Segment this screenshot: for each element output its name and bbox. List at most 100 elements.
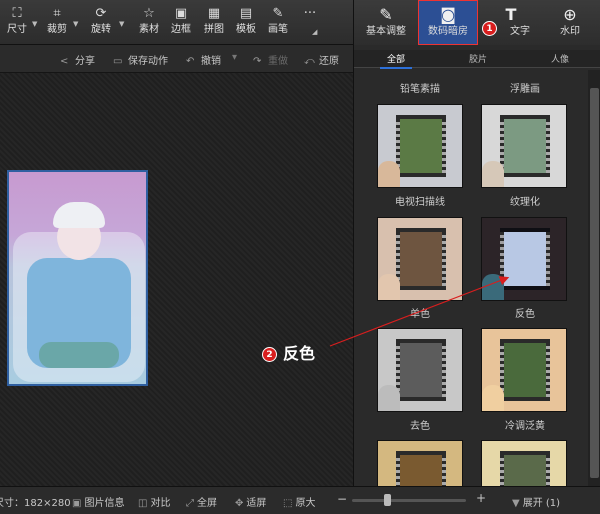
save-action-icon: ▭ <box>113 56 123 67</box>
cool-yellow-hand <box>482 385 504 411</box>
invert-film <box>500 228 550 290</box>
tv-scanline-film <box>396 115 446 177</box>
toolbar-rotate[interactable]: ⟳ 旋转 <box>84 5 118 43</box>
tv-scanline-hand <box>378 161 400 187</box>
invert-hand <box>482 274 504 300</box>
image-size-readout: 尺寸：182×280 <box>0 498 71 509</box>
fullscreen-button[interactable]: ⤢ 全屏 <box>186 494 217 509</box>
texture-film <box>500 115 550 177</box>
tab-digital-darkroom[interactable]: ◙ 数码暗房 <box>418 0 478 45</box>
effects-panel: ✎ 基本调整 ◙ 数码暗房 1 T 文字 ⊕ 水印 全部 胶片 人像 铅笔素描 … <box>353 0 600 514</box>
redo-button[interactable]: ↷ 重做 <box>253 52 288 67</box>
toolbar-template[interactable]: ▤ 模板 <box>229 5 263 43</box>
effect-label-monochrome[interactable]: 单色 <box>370 305 470 320</box>
effect-label-texture[interactable]: 纹理化 <box>475 193 575 208</box>
toolbar-brush[interactable]: ✎ 画笔 <box>261 5 295 43</box>
effect-label-desaturate[interactable]: 去色 <box>370 417 470 432</box>
effect-thumb-tv-scanline[interactable] <box>377 104 463 188</box>
effect-thumb-cool-yellow[interactable] <box>481 328 567 412</box>
info-icon: ▣ <box>72 498 82 509</box>
desaturate-hand <box>378 385 400 411</box>
tab-watermark[interactable]: ⊕ 水印 <box>540 0 600 45</box>
restore-button[interactable]: ⤺ 还原 <box>304 52 339 67</box>
photo-hat <box>53 202 105 228</box>
step-2-label: 反色 <box>283 344 316 363</box>
toolbar-expand-icon[interactable]: ◢ <box>312 28 318 36</box>
fit-screen-button[interactable]: ✥ 适屏 <box>235 494 266 509</box>
rotate-chevron-down-icon[interactable]: ▼ <box>119 20 125 28</box>
toolbar-more[interactable]: ··· <box>293 5 327 43</box>
toolbar-resize[interactable]: ⛶ 尺寸 <box>0 5 34 43</box>
action-bar: < 分享 ▭ 保存动作 ↶ 撤销 ▾ ↷ 重做 ⤺ 还原 <box>0 45 353 73</box>
expand-button[interactable]: ▼ 展开 (1) <box>512 494 560 509</box>
effect-label-invert[interactable]: 反色 <box>475 305 575 320</box>
monochrome-hand <box>378 274 400 300</box>
tab-basic-adjust[interactable]: ✎ 基本调整 <box>356 0 416 45</box>
toolbar-collage[interactable]: ▦ 拼图 <box>197 5 231 43</box>
text-icon: T <box>505 5 517 24</box>
zoom-slider[interactable] <box>352 494 466 506</box>
photo-feet <box>39 342 119 368</box>
watermark-icon: ⊕ <box>563 5 577 24</box>
tab-text[interactable]: T 文字 <box>480 0 542 45</box>
monochrome-film <box>396 228 446 290</box>
original-size-button[interactable]: ⬚ 原大 <box>283 494 315 509</box>
subtab-all[interactable]: 全部 <box>366 52 426 69</box>
baby-photo <box>7 170 148 386</box>
desaturate-film <box>396 339 446 401</box>
zoom-out-icon[interactable]: − <box>337 492 347 506</box>
effect-label-cool-yellow[interactable]: 冷调泛黄 <box>475 417 575 432</box>
frame-icon: ▣ <box>174 6 188 21</box>
effect-category-tabs: 全部 胶片 人像 <box>354 50 600 69</box>
subtab-film[interactable]: 胶片 <box>448 52 508 65</box>
rotate-icon: ⟳ <box>95 6 107 21</box>
effect-label-tv-scanline[interactable]: 电视扫描线 <box>370 193 470 208</box>
undo-button[interactable]: ↶ 撤销 <box>186 52 221 67</box>
brush-icon: ✎ <box>272 6 284 21</box>
effect-label-pencil-sketch[interactable]: 铅笔素描 <box>370 80 470 95</box>
undo-chevron-down-icon[interactable]: ▾ <box>232 52 237 63</box>
status-bar: 尺寸：182×280 ▣ 图片信息 ◫ 对比 ⤢ 全屏 ✥ 适屏 ⬚ 原大 − + ▼ 展开… <box>0 486 600 514</box>
fit-icon: ✥ <box>235 498 244 509</box>
effect-label-emboss[interactable]: 浮雕画 <box>475 80 575 95</box>
restore-icon: ⤺ <box>304 56 315 67</box>
panel-scrollbar[interactable] <box>588 70 600 514</box>
effect-thumb-monochrome[interactable] <box>377 217 463 301</box>
crop-chevron-down-icon[interactable]: ▼ <box>73 20 79 28</box>
share-button[interactable]: < 分享 <box>60 52 95 67</box>
toolbar-frame[interactable]: ▣ 边框 <box>164 5 198 43</box>
zoom-slider-knob[interactable] <box>384 494 391 506</box>
undo-icon: ↶ <box>186 56 195 67</box>
main-toolbar: ⛶ 尺寸 ▼ ⌗ 裁剪 ▼ ⟳ 旋转 ▼ ☆ 素材 ▣ 边框 ▦ 拼图 ▤ 模板 <box>0 0 353 45</box>
effects-grid: 铅笔素描 浮雕画 电视扫描线 纹理化 单色 反色 去色 冷调泛黄 <box>354 70 587 514</box>
step-2-annotation: 2 反色 <box>262 340 315 364</box>
image-canvas[interactable] <box>0 73 353 486</box>
save-action-button[interactable]: ▭ 保存动作 <box>113 52 168 67</box>
more-icon: ··· <box>303 6 317 21</box>
resize-icon: ⛶ <box>12 6 22 21</box>
resize-chevron-down-icon[interactable]: ▼ <box>32 20 38 28</box>
effect-thumb-texture[interactable] <box>481 104 567 188</box>
fullscreen-icon: ⤢ <box>186 498 194 509</box>
cool-yellow-film <box>500 339 550 401</box>
star-icon: ☆ <box>143 6 155 21</box>
toolbar-crop[interactable]: ⌗ 裁剪 <box>40 5 74 43</box>
effect-thumb-desaturate[interactable] <box>377 328 463 412</box>
zoom-in-icon[interactable]: + <box>476 491 486 505</box>
photo-editor-window: ⛶ 尺寸 ▼ ⌗ 裁剪 ▼ ⟳ 旋转 ▼ ☆ 素材 ▣ 边框 ▦ 拼图 ▤ 模板 <box>0 0 600 514</box>
chevron-down-icon: ▼ <box>512 498 520 509</box>
redo-icon: ↷ <box>253 56 262 67</box>
panel-tabs: ✎ 基本调整 ◙ 数码暗房 1 T 文字 ⊕ 水印 <box>354 0 600 45</box>
crop-icon: ⌗ <box>53 6 61 21</box>
adjust-icon: ✎ <box>379 5 393 24</box>
camera-icon: ◙ <box>440 5 456 24</box>
step-2-badge: 2 <box>262 347 277 362</box>
scrollbar-thumb[interactable] <box>590 88 599 478</box>
subtab-portrait[interactable]: 人像 <box>530 52 590 65</box>
compare-button[interactable]: ◫ 对比 <box>138 494 170 509</box>
effect-thumb-invert[interactable] <box>481 217 567 301</box>
image-info-button[interactable]: ▣ 图片信息 <box>72 494 124 509</box>
texture-hand <box>482 161 504 187</box>
toolbar-material[interactable]: ☆ 素材 <box>132 5 166 43</box>
template-icon: ▤ <box>239 6 253 21</box>
